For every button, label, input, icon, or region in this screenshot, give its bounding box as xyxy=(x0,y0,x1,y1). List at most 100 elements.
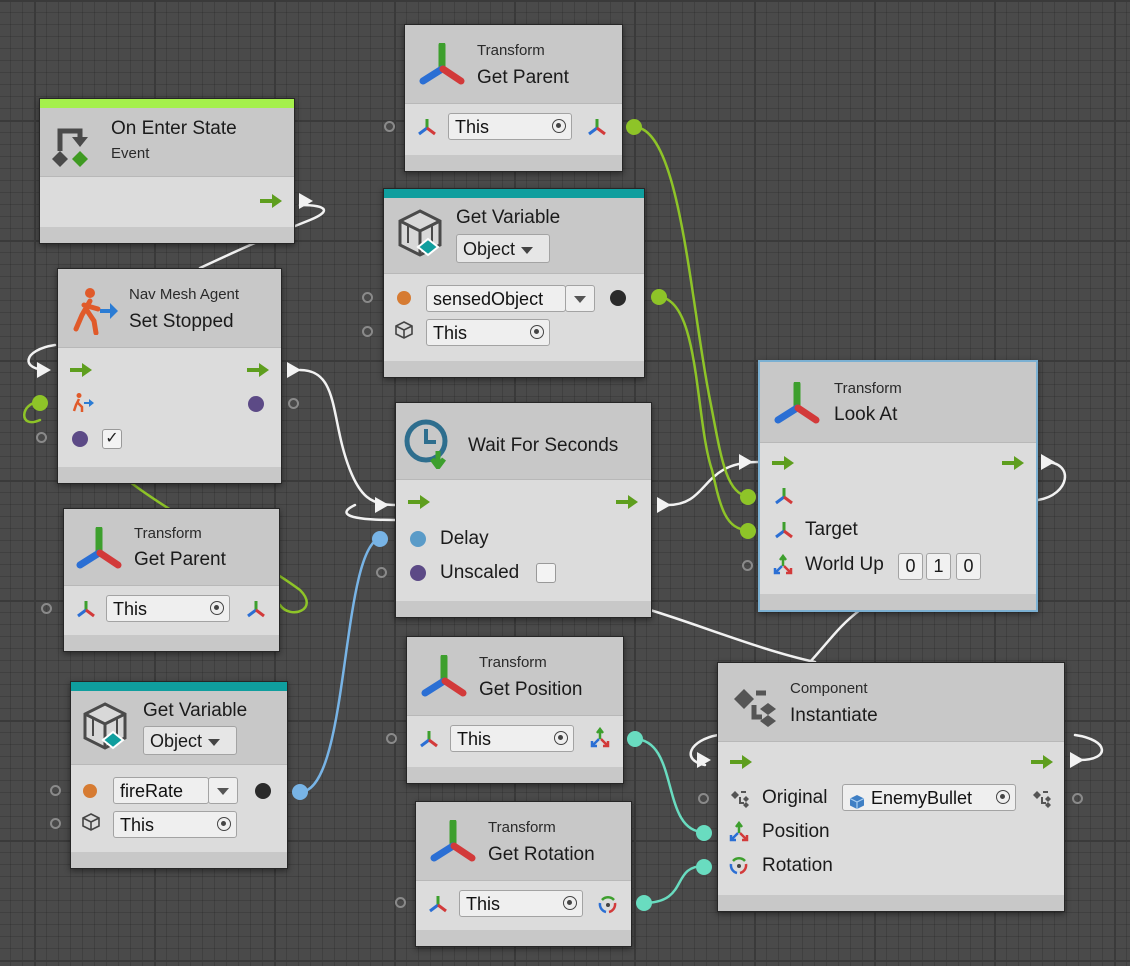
flow-input-port[interactable] xyxy=(36,361,52,379)
state-transition-icon xyxy=(50,121,98,172)
field-value: This xyxy=(113,599,148,619)
input-port[interactable] xyxy=(41,603,52,614)
flow-output-port[interactable] xyxy=(1040,453,1056,471)
object-picker-icon[interactable] xyxy=(217,817,231,831)
output-port-connected[interactable] xyxy=(627,731,643,747)
world-up-x-field[interactable]: 0 xyxy=(898,553,923,580)
variable-kind-dropdown[interactable]: Object xyxy=(456,234,550,263)
input-port[interactable] xyxy=(50,818,61,829)
node-title: Get Parent xyxy=(477,67,569,88)
target-object-field[interactable]: This xyxy=(426,319,550,346)
get-variable-node[interactable]: Get Variable Object sensedObject This xyxy=(383,188,645,378)
node-subtitle: Component xyxy=(790,680,868,697)
field-value: fireRate xyxy=(120,781,184,801)
original-object-field[interactable]: EnemyBullet xyxy=(842,784,1016,811)
object-picker-icon[interactable] xyxy=(530,325,544,339)
transform-get-position-node[interactable]: Transform Get Position This xyxy=(406,636,624,784)
target-label: Target xyxy=(805,519,858,540)
variable-name-field[interactable]: sensedObject xyxy=(426,285,566,312)
input-port-connected[interactable] xyxy=(740,489,756,505)
world-up-z-field[interactable]: 0 xyxy=(956,553,981,580)
component-output-icon xyxy=(1032,788,1052,813)
output-port-connected[interactable] xyxy=(651,289,667,305)
input-port-connected[interactable] xyxy=(696,859,712,875)
target-object-field[interactable]: This xyxy=(450,725,574,752)
input-port[interactable] xyxy=(386,733,397,744)
output-port-connected[interactable] xyxy=(636,895,652,911)
flow-wire xyxy=(298,368,397,507)
target-object-field[interactable]: This xyxy=(448,113,572,140)
field-value: This xyxy=(433,323,468,343)
data-wire xyxy=(632,737,706,834)
wait-for-seconds-node[interactable]: Wait For Seconds Delay Unscaled xyxy=(395,402,652,618)
quaternion-rotation-icon xyxy=(727,853,751,882)
transform-small-icon xyxy=(428,894,448,919)
event-color-bar xyxy=(40,99,294,108)
input-port[interactable] xyxy=(698,793,709,804)
transform-look-at-node[interactable]: Transform Look At Target World Up 0 1 0 xyxy=(758,360,1038,612)
field-value: This xyxy=(466,894,501,914)
is-stopped-checkbox[interactable]: ✓ xyxy=(102,429,122,449)
input-port[interactable] xyxy=(376,567,387,578)
input-port[interactable] xyxy=(36,432,47,443)
input-port-connected[interactable] xyxy=(740,523,756,539)
transform-get-parent-node[interactable]: Transform Get Parent This xyxy=(404,24,623,172)
output-port-connected[interactable] xyxy=(292,784,308,800)
node-subtitle: Event xyxy=(111,145,150,162)
input-port[interactable] xyxy=(362,326,373,337)
object-picker-icon[interactable] xyxy=(996,790,1010,804)
input-port[interactable] xyxy=(384,121,395,132)
object-picker-icon[interactable] xyxy=(554,731,568,745)
target-object-field[interactable]: This xyxy=(106,595,230,622)
position-label: Position xyxy=(762,821,830,842)
output-port-connected[interactable] xyxy=(626,119,642,135)
flow-input-port[interactable] xyxy=(374,496,390,514)
quaternion-rotation-icon xyxy=(596,892,620,921)
target-object-field[interactable]: This xyxy=(459,890,583,917)
flow-output-port[interactable] xyxy=(298,192,314,210)
world-up-label: World Up xyxy=(805,554,884,575)
node-title: Wait For Seconds xyxy=(468,435,619,456)
transform-small-icon xyxy=(774,520,794,545)
variable-name-dropdown-button[interactable] xyxy=(208,777,238,804)
flow-wire xyxy=(648,608,817,664)
object-picker-icon[interactable] xyxy=(552,119,566,133)
input-port[interactable] xyxy=(362,292,373,303)
on-enter-state-node[interactable]: On Enter State Event xyxy=(39,98,295,244)
transform-get-rotation-node[interactable]: Transform Get Rotation This xyxy=(415,801,632,947)
flow-output-port[interactable] xyxy=(1069,751,1085,769)
unscaled-checkbox[interactable] xyxy=(536,563,556,583)
input-port-connected[interactable] xyxy=(696,825,712,841)
input-port[interactable] xyxy=(395,897,406,908)
input-port[interactable] xyxy=(50,785,61,796)
output-port[interactable] xyxy=(288,398,299,409)
flow-output-port[interactable] xyxy=(656,496,672,514)
input-port[interactable] xyxy=(742,560,753,571)
transform-small-icon xyxy=(419,729,439,754)
variable-kind-dropdown[interactable]: Object xyxy=(143,726,237,755)
flow-out-arrow-icon[interactable] xyxy=(260,194,282,208)
object-picker-icon[interactable] xyxy=(210,601,224,615)
value-output-dot xyxy=(255,783,271,799)
variable-name-field[interactable]: fireRate xyxy=(113,777,209,804)
nav-mesh-set-stopped-node[interactable]: Nav Mesh Agent Set Stopped ✓ xyxy=(57,268,282,484)
flow-input-port[interactable] xyxy=(738,453,754,471)
component-instantiate-node[interactable]: Component Instantiate Original EnemyBull… xyxy=(717,662,1065,912)
node-title: Set Stopped xyxy=(129,311,234,332)
float-type-dot xyxy=(410,531,426,547)
output-port[interactable] xyxy=(1072,793,1083,804)
node-subtitle: Transform xyxy=(488,819,556,836)
variable-name-dropdown-button[interactable] xyxy=(565,285,595,312)
get-variable-node[interactable]: Get Variable Object fireRate This xyxy=(70,681,288,869)
transform-get-parent-node[interactable]: Transform Get Parent This xyxy=(63,508,280,652)
transform-output-icon xyxy=(246,599,266,624)
object-picker-icon[interactable] xyxy=(563,896,577,910)
input-port-connected[interactable] xyxy=(372,531,388,547)
variable-cube-icon xyxy=(394,207,446,264)
world-up-y-field[interactable]: 1 xyxy=(926,553,951,580)
flow-input-port[interactable] xyxy=(696,751,712,769)
target-object-field[interactable]: This xyxy=(113,811,237,838)
input-port-connected[interactable] xyxy=(32,395,48,411)
flow-in-arrow-icon xyxy=(408,495,430,509)
flow-output-port[interactable] xyxy=(286,361,302,379)
